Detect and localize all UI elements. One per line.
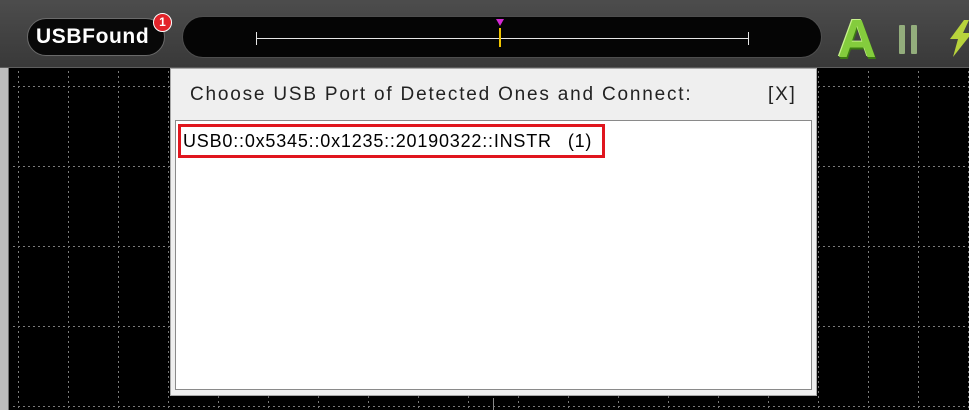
auto-button[interactable]: A <box>833 11 881 67</box>
usb-found-label: USBFound <box>36 25 150 48</box>
top-toolbar: USBFound 1 A <box>0 0 969 68</box>
pause-icon-bar <box>899 25 905 54</box>
usb-port-address: USB0::0x5345::0x1235::20190322::INSTR <box>183 131 552 151</box>
usb-port-list[interactable]: USB0::0x5345::0x1235::20190322::INSTR (1) <box>175 120 812 390</box>
triangle-down-icon[interactable] <box>496 19 504 26</box>
notification-badge: 1 <box>153 13 172 32</box>
pause-icon-bar <box>911 25 917 54</box>
usb-connect-dialog: Choose USB Port of Detected Ones and Con… <box>170 68 817 396</box>
lightning-icon-shape <box>950 20 969 57</box>
trigger-position-line <box>499 28 501 47</box>
usb-port-item[interactable]: USB0::0x5345::0x1235::20190322::INSTR (1) <box>178 124 605 158</box>
usb-found-button[interactable]: USBFound <box>27 18 165 56</box>
timebase-track-line <box>256 38 749 39</box>
dialog-title: Choose USB Port of Detected Ones and Con… <box>190 84 693 105</box>
lightning-icon <box>950 20 969 57</box>
timebase-end-tick <box>748 32 749 45</box>
timebase-bar[interactable] <box>182 16 822 58</box>
pause-button[interactable] <box>896 22 920 56</box>
usb-port-index: (1) <box>567 131 593 151</box>
timebase-start-tick <box>256 32 257 45</box>
window-frame-left <box>0 68 9 410</box>
pause-icon <box>896 22 920 56</box>
oscilloscope-window: USBFound 1 A Choose USB Port of Detected… <box>0 0 969 410</box>
dialog-close-button[interactable]: [X] <box>768 82 797 108</box>
lightning-button[interactable] <box>944 20 969 58</box>
